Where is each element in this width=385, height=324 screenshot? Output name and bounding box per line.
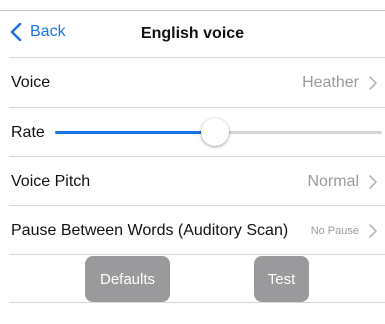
navigation-bar: Back English voice [0,11,385,57]
rate-slider[interactable] [55,118,382,146]
voice-value: Heather [302,73,359,91]
page-title: English voice [140,25,245,42]
defaults-button[interactable]: Defaults [85,256,170,302]
divider [9,254,385,255]
voice-row[interactable]: Voice Heather [0,58,385,107]
voice-label: Voice [11,73,51,91]
test-button[interactable]: Test [254,256,309,302]
pause-between-words-value: No Pause [310,224,359,237]
voice-pitch-value: Normal [307,172,359,190]
voice-pitch-label: Voice Pitch [11,172,91,190]
voice-pitch-row[interactable]: Voice Pitch Normal [0,157,385,206]
rate-row: Rate [0,108,385,157]
chevron-right-icon [369,174,377,189]
chevron-right-icon [369,223,377,238]
pause-between-words-row[interactable]: Pause Between Words (Auditory Scan) No P… [0,206,385,255]
chevron-right-icon [369,75,377,90]
divider [9,302,385,303]
rate-slider-thumb[interactable] [201,118,230,146]
pause-between-words-label: Pause Between Words (Auditory Scan) [11,221,289,239]
rate-label: Rate [11,123,45,141]
rate-slider-fill [55,131,216,134]
